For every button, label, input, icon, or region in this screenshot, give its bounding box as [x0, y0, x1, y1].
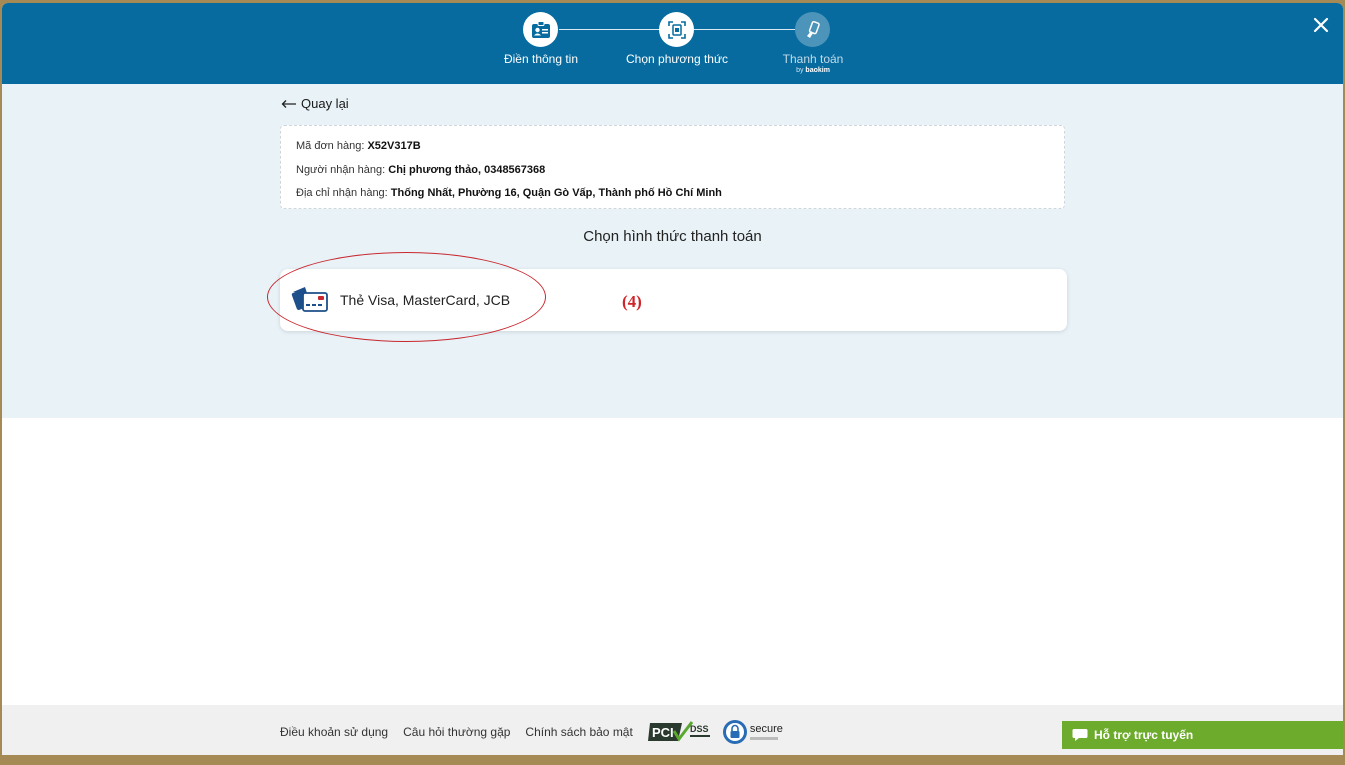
pci-dss-logo: PCI DSS: [647, 721, 710, 742]
pci-dss-badge: PCI DSS: [647, 719, 712, 745]
address-row: Địa chỉ nhận hàng: Thống Nhất, Phường 16…: [296, 187, 722, 199]
secure-text: secure: [749, 723, 783, 735]
close-icon: [1313, 17, 1329, 33]
chat-bubble-icon: [1072, 729, 1088, 741]
footer-link-faq[interactable]: Câu hỏi thường gặp: [403, 725, 510, 739]
receiver-row: Người nhận hàng: Chị phương thảo, 034856…: [296, 164, 545, 176]
baokim-brand: by baokim: [733, 67, 893, 74]
close-button[interactable]: [1311, 15, 1331, 35]
secure-text-group: secure: [749, 723, 783, 740]
tap-pay-icon: [806, 20, 820, 38]
pci-text: PCI: [652, 725, 674, 740]
order-code-label: Mã đơn hàng:: [296, 140, 365, 152]
brand-prefix: by: [796, 67, 804, 74]
address-label: Địa chỉ nhận hàng:: [296, 187, 388, 199]
id-card-icon: [531, 20, 550, 38]
stepper-header: Điền thông tin Chọn phương thức Thanh to…: [2, 3, 1343, 84]
footer-links: Điều khoản sử dụng Câu hỏi thường gặp Ch…: [280, 719, 793, 745]
receiver-value: Chị phương thảo, 0348567368: [388, 164, 546, 176]
scan-icon: [667, 20, 686, 39]
live-support-label: Hỗ trợ trực tuyến: [1094, 728, 1194, 742]
globalsign-mark: [749, 737, 778, 740]
order-code-row: Mã đơn hàng: X52V317B: [296, 140, 421, 152]
payment-method-label: Thẻ Visa, MasterCard, JCB: [340, 292, 511, 308]
step-connector: [694, 29, 795, 30]
step-3-circle: [795, 12, 830, 47]
payment-method-card[interactable]: Thẻ Visa, MasterCard, JCB: [280, 269, 1067, 331]
order-info-box: Mã đơn hàng: X52V317B Người nhận hàng: C…: [280, 125, 1065, 209]
arrow-left-icon: [281, 99, 296, 108]
credit-card-icon: [291, 286, 329, 319]
footer-link-terms[interactable]: Điều khoản sử dụng: [280, 725, 388, 739]
payment-modal: Điền thông tin Chọn phương thức Thanh to…: [2, 3, 1343, 755]
live-support-button[interactable]: Hỗ trợ trực tuyến: [1062, 721, 1343, 749]
order-code-value: X52V317B: [367, 140, 421, 152]
annotation-label: (4): [622, 292, 642, 311]
brand-name: baokim: [805, 67, 830, 74]
receiver-label: Người nhận hàng:: [296, 164, 386, 176]
back-link[interactable]: Quay lại: [281, 96, 349, 111]
lock-icon: [722, 720, 747, 744]
step-2-circle: [659, 12, 694, 47]
dss-text: DSS: [690, 724, 709, 734]
address-value: Thống Nhất, Phường 16, Quận Gò Vấp, Thàn…: [390, 187, 722, 199]
step-3-label: Thanh toán: [782, 52, 844, 66]
payment-section-title: Chọn hình thức thanh toán: [583, 228, 762, 245]
back-label: Quay lại: [301, 96, 349, 111]
step-1-circle: [523, 12, 558, 47]
footer-link-privacy[interactable]: Chính sách bảo mật: [525, 725, 632, 739]
step-connector: [559, 29, 660, 30]
secure-badge: secure: [722, 719, 783, 745]
